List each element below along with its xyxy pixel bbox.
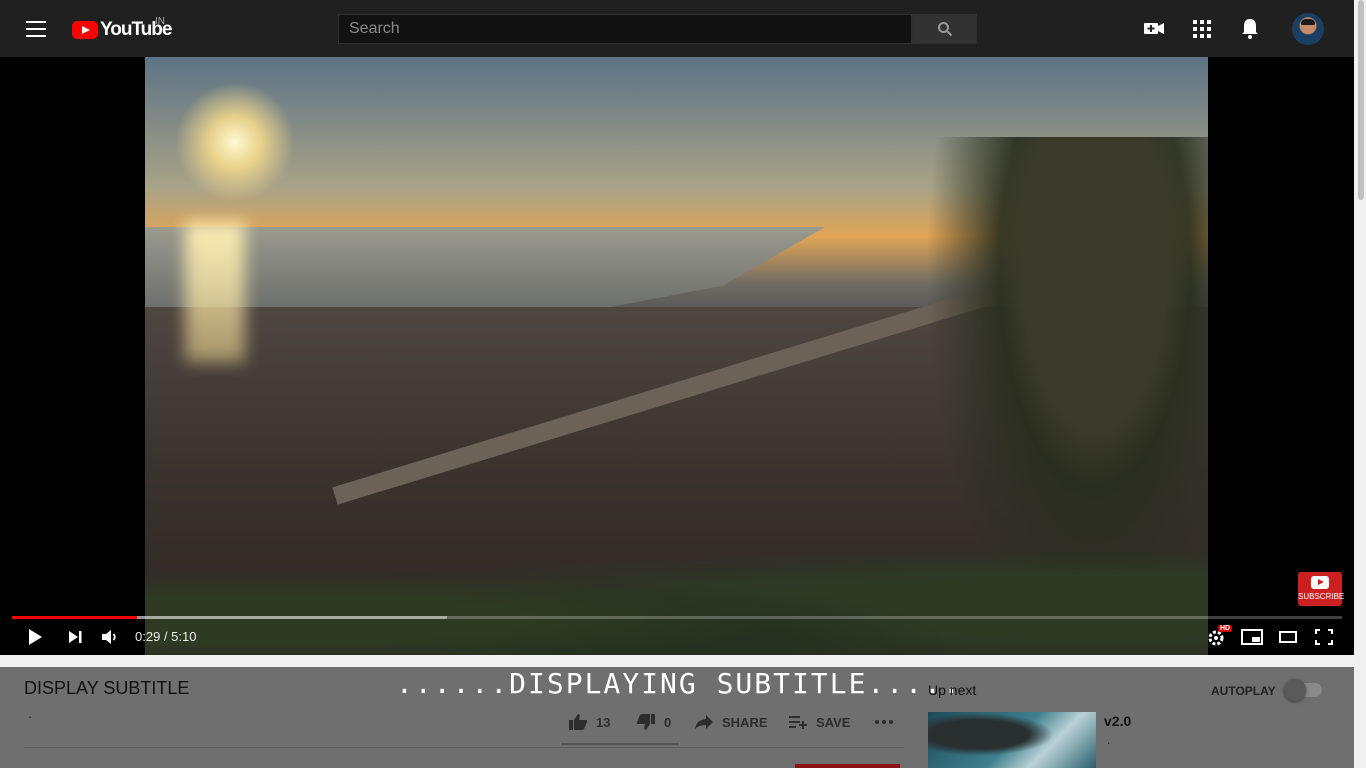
like-count: 13 — [596, 714, 611, 730]
video-scene-bushes — [145, 537, 1208, 655]
video-player[interactable]: SUBSCRIBE 0:29 / 5:10 HD — [0, 57, 1354, 655]
subscribe-watermark-button[interactable]: SUBSCRIBE — [1298, 572, 1345, 606]
subtitle-overlay: ......DISPLAYING SUBTITLE..... — [396, 667, 962, 700]
duration: 5:10 — [171, 629, 197, 644]
current-time: 0:29 — [135, 629, 161, 644]
play-icon — [29, 629, 42, 645]
recommendation-title[interactable]: v2.0 — [1104, 713, 1131, 729]
progress-bar[interactable] — [12, 616, 1342, 619]
subscribe-button[interactable] — [795, 764, 900, 768]
video-scene-sun — [175, 82, 295, 202]
search-icon — [937, 22, 952, 37]
sentiment-bar — [561, 743, 679, 745]
thumbs-up-icon — [569, 714, 588, 730]
miniplayer-icon — [1241, 629, 1263, 645]
video-title: DISPLAY SUBTITLE — [24, 678, 190, 698]
page-scrollbar-thumb[interactable] — [1358, 0, 1364, 200]
more-horizontal-icon — [875, 720, 893, 724]
apps-grid-icon[interactable] — [1193, 16, 1211, 45]
share-label: SHARE — [722, 714, 768, 730]
save-button[interactable]: SAVE — [788, 710, 850, 734]
autoplay-toggle-knob[interactable] — [1284, 679, 1306, 701]
settings-button[interactable]: HD — [1206, 625, 1233, 648]
share-icon — [695, 715, 713, 729]
recommendation-thumbnail[interactable] — [928, 712, 1096, 768]
theater-mode-icon — [1279, 631, 1297, 643]
volume-icon — [102, 630, 116, 644]
menu-icon[interactable] — [24, 18, 48, 40]
logo-region: IN — [155, 16, 165, 27]
view-count: . — [28, 705, 32, 721]
page-gap — [0, 655, 1354, 667]
add-to-playlist-icon — [789, 716, 807, 729]
up-next-label: Up next — [928, 682, 977, 698]
like-button[interactable]: 13 — [568, 710, 610, 734]
youtube-logo[interactable]: YouTube IN — [72, 16, 172, 41]
share-button[interactable]: SHARE — [694, 710, 768, 734]
dislike-button[interactable]: 0 — [636, 710, 671, 734]
notifications-bell-icon[interactable] — [1240, 16, 1260, 45]
fullscreen-icon — [1315, 629, 1333, 645]
play-button[interactable] — [26, 626, 44, 648]
volume-button[interactable] — [100, 626, 120, 648]
avatar[interactable] — [1292, 13, 1324, 45]
autoplay-label: AUTOPLAY — [1211, 684, 1276, 698]
recommendation-channel: . — [1107, 733, 1111, 747]
youtube-play-logo-icon — [72, 21, 98, 39]
fullscreen-button[interactable] — [1314, 626, 1334, 648]
search-input[interactable]: Search — [338, 14, 912, 44]
save-label: SAVE — [816, 714, 851, 730]
time-separator: / — [160, 629, 172, 644]
miniplayer-button[interactable] — [1241, 626, 1263, 648]
video-scene-sun-reflection — [185, 222, 245, 362]
divider — [24, 747, 904, 748]
hd-badge: HD — [1218, 625, 1233, 632]
progress-played — [12, 616, 137, 619]
thumbs-down-icon — [636, 714, 655, 730]
masthead: YouTube IN Search — [0, 0, 1366, 57]
video-frame[interactable] — [145, 57, 1208, 655]
watermark-label: SUBSCRIBE — [1298, 592, 1345, 601]
next-button[interactable] — [66, 626, 84, 648]
next-icon — [69, 631, 82, 643]
create-video-icon[interactable] — [1143, 16, 1165, 45]
time-display: 0:29 / 5:10 — [135, 629, 196, 644]
theater-mode-button[interactable] — [1278, 626, 1298, 648]
search-button[interactable] — [912, 14, 977, 44]
dislike-count: 0 — [664, 714, 672, 730]
more-actions-button[interactable] — [874, 710, 902, 734]
